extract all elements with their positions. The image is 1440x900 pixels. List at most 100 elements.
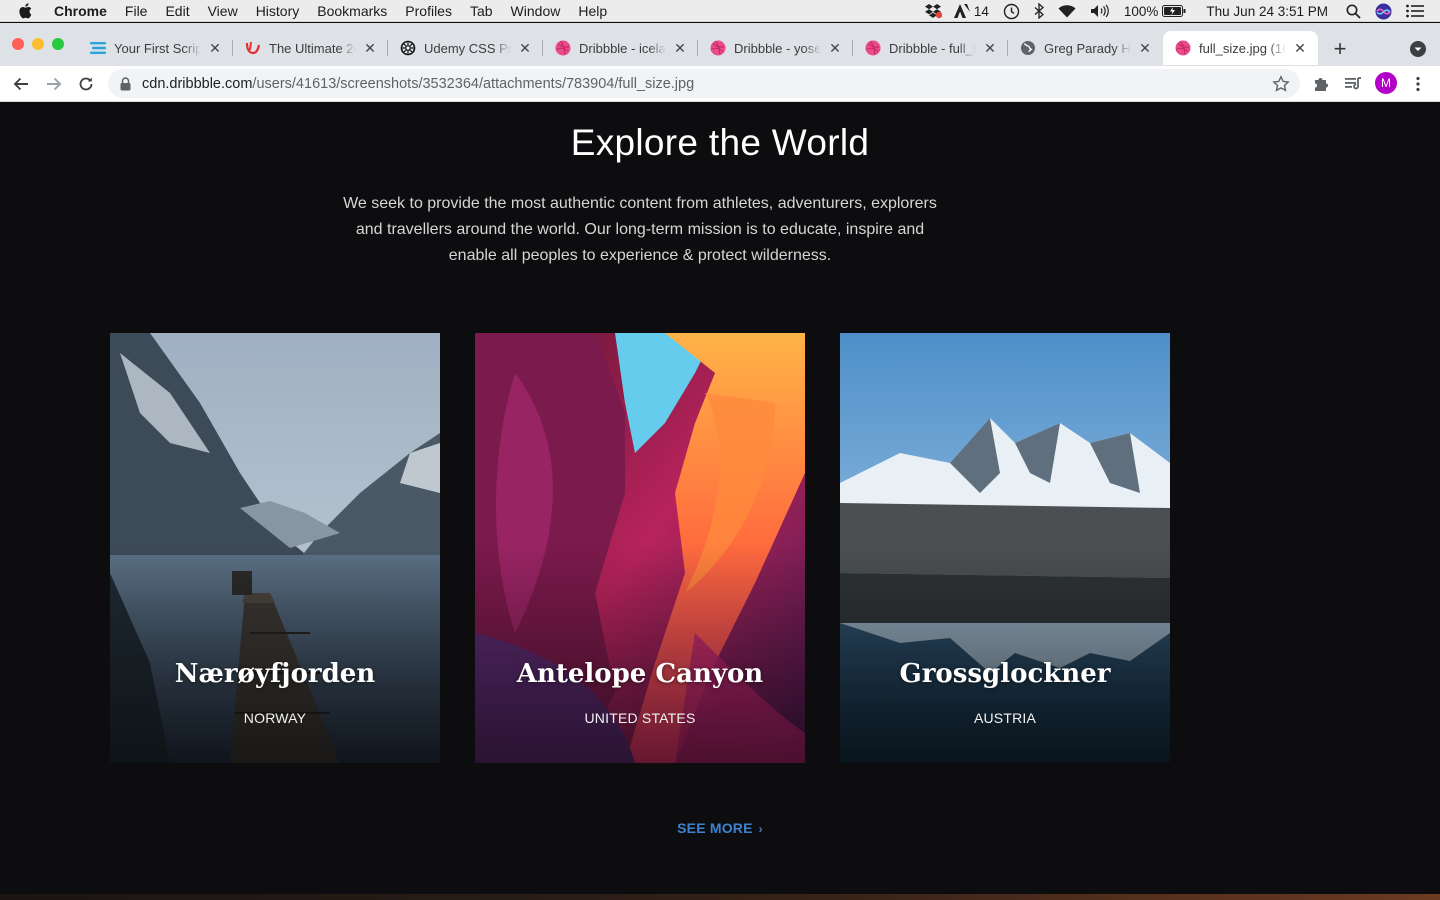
- dribbble-icon: [555, 40, 571, 56]
- menu-history[interactable]: History: [256, 3, 300, 19]
- card-country: NORWAY: [243, 710, 307, 726]
- see-more-link[interactable]: SEE MORE ›: [0, 820, 1440, 836]
- menu-tab[interactable]: Tab: [470, 3, 493, 19]
- queue-music-icon: [1345, 77, 1361, 90]
- reload-button[interactable]: [74, 72, 98, 96]
- page-title: Explore the World: [570, 122, 870, 163]
- tab-udemy-css[interactable]: Udemy CSS Pro ✕: [388, 31, 543, 65]
- chrome-menu-button[interactable]: [1406, 72, 1430, 96]
- card-country: UNITED STATES: [584, 710, 696, 726]
- tab-label: Your First Script: [114, 40, 201, 56]
- close-tab-icon[interactable]: ✕: [672, 40, 688, 56]
- spotlight-search-icon[interactable]: [1346, 4, 1361, 19]
- list-icon: [90, 40, 106, 56]
- menu-edit[interactable]: Edit: [165, 3, 189, 19]
- new-tab-button[interactable]: +: [1328, 36, 1352, 61]
- destination-card-antelope-canyon[interactable]: Antelope Canyon UNITED STATES: [475, 333, 805, 763]
- globe-icon: [1020, 40, 1036, 56]
- close-tab-icon[interactable]: ✕: [207, 40, 223, 56]
- chevron-down-icon: [1410, 41, 1426, 57]
- see-more-label: SEE MORE: [677, 820, 753, 836]
- arrow-right-icon: [47, 77, 62, 91]
- apple-icon[interactable]: [18, 2, 34, 19]
- web-page-content: Explore the World We seek to provide the…: [0, 102, 1440, 900]
- destination-card-grossglockner[interactable]: Grossglockner AUSTRIA: [840, 333, 1170, 763]
- address-url: cdn.dribbble.com/users/41613/screenshots…: [142, 76, 694, 92]
- arrow-left-icon: [13, 77, 28, 91]
- macos-menu-bar: Chrome File Edit View History Bookmarks …: [0, 0, 1440, 22]
- tab-dribbble-full-size[interactable]: Dribbble - full_size ✕: [853, 31, 1008, 65]
- dropbox-icon[interactable]: [924, 3, 942, 19]
- menu-help[interactable]: Help: [578, 3, 607, 19]
- tab-your-first-script[interactable]: Your First Script ✕: [78, 31, 233, 65]
- tab-label: The Ultimate 2021: [269, 40, 356, 56]
- menu-profiles[interactable]: Profiles: [405, 3, 452, 19]
- close-tab-icon[interactable]: ✕: [982, 40, 998, 56]
- dribbble-icon: [710, 40, 726, 56]
- tab-label: Greg Parady Home: [1044, 40, 1131, 56]
- menu-app-name[interactable]: Chrome: [54, 3, 107, 19]
- tab-label: full_size.jpg (1600: [1199, 40, 1286, 56]
- minimize-window-button[interactable]: [32, 38, 44, 50]
- destination-card-naeroyfjorden[interactable]: Nærøyfjorden NORWAY: [110, 333, 440, 763]
- tab-full-size-jpg-active[interactable]: full_size.jpg (1600 ✕: [1163, 31, 1318, 65]
- forward-button[interactable]: [42, 72, 66, 96]
- gear-logo-icon: [400, 40, 416, 56]
- back-button[interactable]: [9, 72, 33, 96]
- browser-toolbar: cdn.dribbble.com/users/41613/screenshots…: [0, 66, 1440, 102]
- time-machine-icon[interactable]: [1003, 3, 1020, 20]
- bookmark-star-icon[interactable]: [1272, 75, 1290, 93]
- close-tab-icon[interactable]: ✕: [517, 40, 533, 56]
- tab-dribbble-yosemite[interactable]: Dribbble - yosemite ✕: [698, 31, 853, 65]
- menu-view[interactable]: View: [208, 3, 238, 19]
- tab-search-button[interactable]: [1408, 39, 1428, 59]
- reload-icon: [79, 77, 93, 91]
- puzzle-icon: [1315, 78, 1328, 91]
- extensions-button[interactable]: [1309, 72, 1333, 96]
- adobe-cc-icon[interactable]: 14: [953, 3, 989, 19]
- close-tab-icon[interactable]: ✕: [1137, 40, 1153, 56]
- tab-greg-parady[interactable]: Greg Parady Home ✕: [1008, 31, 1163, 65]
- volume-icon[interactable]: [1090, 4, 1110, 18]
- url-path: /users/41613/screenshots/3532364/attachm…: [252, 75, 695, 92]
- close-tab-icon[interactable]: ✕: [827, 40, 843, 56]
- card-title: Nærøyfjorden: [174, 659, 376, 689]
- dribbble-icon: [865, 40, 881, 56]
- close-tab-icon[interactable]: ✕: [1292, 40, 1308, 56]
- media-control-button[interactable]: [1341, 72, 1365, 96]
- next-section-image-edge: [0, 894, 1440, 900]
- u-logo-icon: [245, 40, 261, 56]
- address-bar[interactable]: cdn.dribbble.com/users/41613/screenshots…: [108, 69, 1300, 98]
- siri-icon[interactable]: [1375, 3, 1392, 20]
- card-title: Antelope Canyon: [516, 659, 764, 689]
- tab-dribbble-iceland[interactable]: Dribbble - iceland ✕: [543, 31, 698, 65]
- menu-window[interactable]: Window: [511, 3, 561, 19]
- tab-label: Dribbble - yosemite: [734, 40, 821, 56]
- close-tab-icon[interactable]: ✕: [362, 40, 378, 56]
- adobe-count: 14: [973, 3, 989, 19]
- menu-bookmarks[interactable]: Bookmarks: [317, 3, 387, 19]
- lock-icon[interactable]: [120, 76, 132, 91]
- card-country: AUSTRIA: [973, 710, 1037, 726]
- url-host: cdn.dribbble.com: [142, 75, 253, 92]
- profile-avatar[interactable]: M: [1375, 72, 1397, 94]
- notification-center-icon[interactable]: [1406, 4, 1424, 18]
- bluetooth-icon[interactable]: [1034, 3, 1044, 19]
- wifi-icon[interactable]: [1058, 4, 1076, 18]
- window-controls: [12, 38, 72, 50]
- browser-tab-strip: Your First Script ✕ The Ultimate 2021 ✕ …: [0, 23, 1440, 66]
- chevron-right-icon: ›: [758, 822, 763, 836]
- more-vertical-icon: [1416, 76, 1420, 92]
- battery-icon[interactable]: [1162, 5, 1186, 17]
- menu-file[interactable]: File: [125, 3, 148, 19]
- close-window-button[interactable]: [12, 38, 24, 50]
- tab-label: Dribbble - iceland: [579, 40, 666, 56]
- menu-bar-status-area: 14 100% Thu Jun 24 3:51 PM: [910, 0, 1424, 22]
- menu-bar-clock[interactable]: Thu Jun 24 3:51 PM: [1206, 4, 1328, 19]
- battery-percent: 100%: [1123, 3, 1159, 19]
- card-title: Grossglockner: [899, 659, 1111, 689]
- dribbble-icon: [1175, 40, 1191, 56]
- zoom-window-button[interactable]: [52, 38, 64, 50]
- tab-label: Udemy CSS Pro: [424, 40, 511, 56]
- tab-the-ultimate[interactable]: The Ultimate 2021 ✕: [233, 31, 388, 65]
